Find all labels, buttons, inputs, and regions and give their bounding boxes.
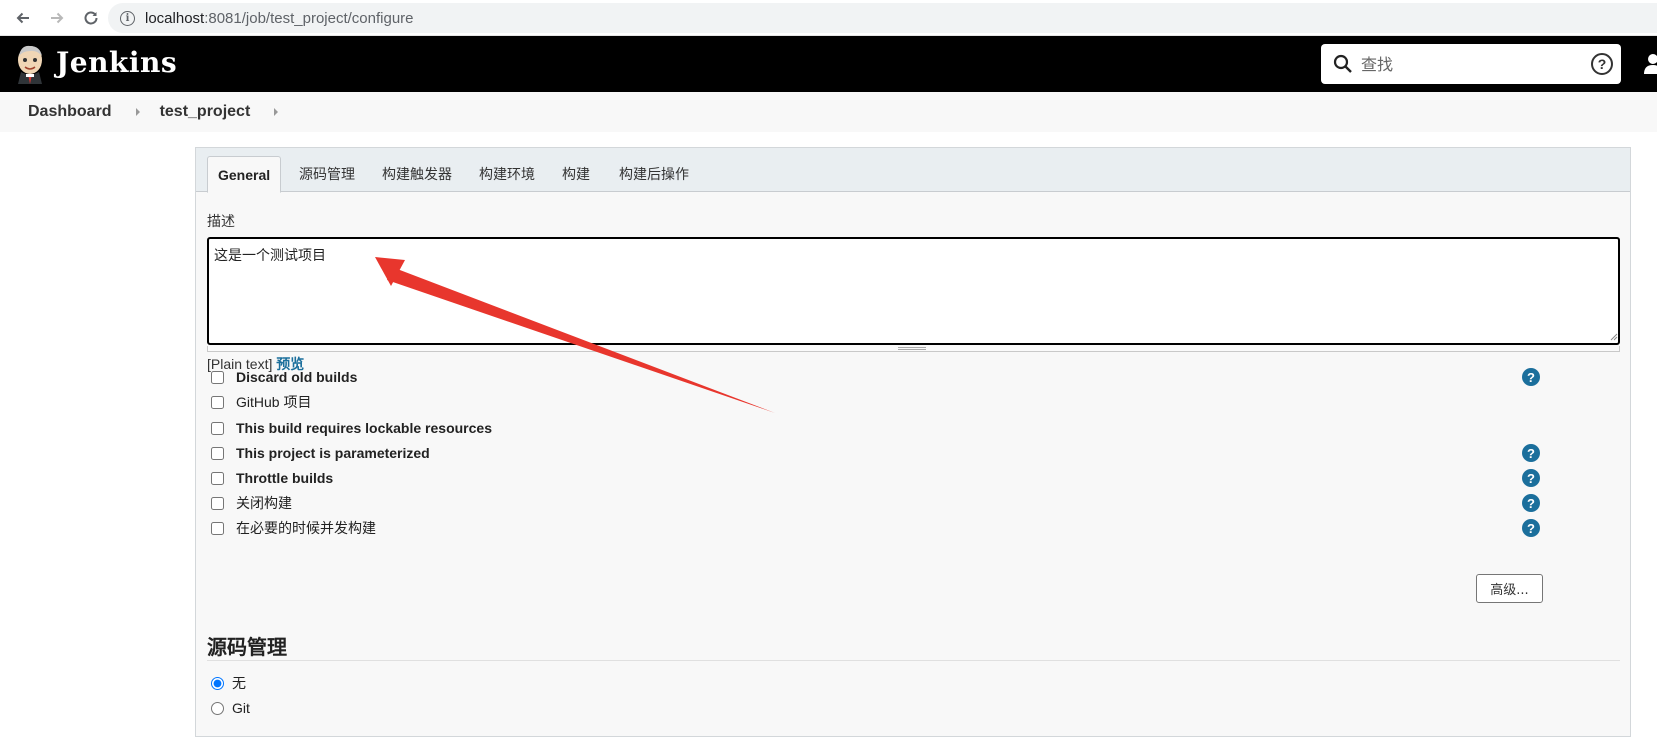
scm-none-label[interactable]: 无 bbox=[232, 673, 246, 693]
discard-old-builds-help-icon[interactable]: ? bbox=[1522, 368, 1540, 386]
section-divider bbox=[207, 660, 1620, 661]
jenkins-header: Jenkins ? bbox=[0, 36, 1657, 92]
back-arrow-icon[interactable] bbox=[12, 7, 34, 29]
breadcrumb-separator-icon[interactable] bbox=[135, 108, 140, 116]
tab-general[interactable]: General bbox=[207, 156, 282, 193]
site-info-icon[interactable]: i bbox=[120, 10, 135, 26]
concurrent-builds-checkbox[interactable] bbox=[211, 521, 224, 535]
breadcrumb-project[interactable]: test_project bbox=[160, 103, 251, 121]
scm-option-git: Git bbox=[211, 698, 250, 718]
disable-build-label[interactable]: 关闭构建 bbox=[236, 493, 292, 513]
url-path: :8081/job/test_project/configure bbox=[204, 9, 414, 27]
advanced-button[interactable]: 高级... bbox=[1476, 574, 1543, 603]
throttle-builds-checkbox[interactable] bbox=[211, 471, 224, 485]
option-disable-build: 关闭构建 bbox=[211, 493, 292, 513]
description-textarea[interactable] bbox=[207, 237, 1620, 345]
search-help-icon[interactable]: ? bbox=[1591, 53, 1613, 75]
option-parameterized: This project is parameterized bbox=[211, 443, 430, 463]
parameterized-checkbox[interactable] bbox=[211, 446, 224, 460]
tab-scm[interactable]: 源码管理 bbox=[289, 156, 365, 192]
disable-build-help-icon[interactable]: ? bbox=[1522, 494, 1540, 512]
breadcrumb-dashboard[interactable]: Dashboard bbox=[28, 103, 112, 121]
grip-handle[interactable] bbox=[898, 347, 926, 350]
search-icon bbox=[1333, 54, 1352, 73]
jenkins-brand[interactable]: Jenkins bbox=[56, 46, 177, 79]
github-project-label[interactable]: GitHub 项目 bbox=[236, 392, 311, 412]
option-lockable-resources: This build requires lockable resources bbox=[211, 418, 492, 438]
github-project-checkbox[interactable] bbox=[211, 395, 224, 409]
disable-build-checkbox[interactable] bbox=[211, 496, 224, 510]
parameterized-label[interactable]: This project is parameterized bbox=[236, 445, 430, 461]
scm-section-title: 源码管理 bbox=[207, 637, 287, 659]
option-discard-old-builds: Discard old builds bbox=[211, 367, 357, 387]
scm-git-label[interactable]: Git bbox=[232, 700, 250, 716]
parameterized-help-icon[interactable]: ? bbox=[1522, 444, 1540, 462]
breadcrumb-separator-icon[interactable] bbox=[274, 108, 279, 116]
lockable-resources-label[interactable]: This build requires lockable resources bbox=[236, 420, 492, 436]
reload-icon[interactable] bbox=[80, 7, 102, 29]
browser-toolbar: i localhost:8081/job/test_project/config… bbox=[0, 0, 1657, 36]
jenkins-logo-icon[interactable] bbox=[15, 44, 45, 84]
discard-old-builds-checkbox[interactable] bbox=[211, 370, 224, 384]
forward-arrow-icon[interactable] bbox=[46, 7, 68, 29]
description-label: 描述 bbox=[207, 213, 235, 229]
concurrent-builds-help-icon[interactable]: ? bbox=[1522, 519, 1540, 537]
search-box: ? bbox=[1321, 44, 1621, 84]
search-input[interactable] bbox=[1361, 50, 1576, 78]
breadcrumb: Dashboard test_project bbox=[0, 92, 1657, 132]
config-panel: General 源码管理 构建触发器 构建环境 构建 构建后操作 描述 [Pla… bbox=[195, 147, 1631, 737]
scm-git-radio[interactable] bbox=[211, 701, 224, 715]
option-github-project: GitHub 项目 bbox=[211, 392, 311, 412]
scm-option-none: 无 bbox=[211, 673, 246, 693]
option-throttle-builds: Throttle builds bbox=[211, 468, 333, 488]
url-host: localhost bbox=[145, 9, 205, 27]
tab-post-build[interactable]: 构建后操作 bbox=[609, 156, 699, 192]
option-concurrent-builds: 在必要的时候并发构建 bbox=[211, 518, 376, 538]
address-bar[interactable]: i localhost:8081/job/test_project/config… bbox=[108, 3, 1657, 33]
scm-none-radio[interactable] bbox=[211, 676, 224, 690]
tab-build-triggers[interactable]: 构建触发器 bbox=[372, 156, 462, 192]
tab-build-environment[interactable]: 构建环境 bbox=[469, 156, 545, 192]
concurrent-builds-label[interactable]: 在必要的时候并发构建 bbox=[236, 518, 376, 538]
lockable-resources-checkbox[interactable] bbox=[211, 421, 224, 435]
discard-old-builds-label[interactable]: Discard old builds bbox=[236, 369, 357, 385]
user-icon[interactable] bbox=[1643, 52, 1657, 76]
throttle-builds-label[interactable]: Throttle builds bbox=[236, 470, 333, 486]
textarea-resize-bar[interactable] bbox=[207, 346, 1620, 352]
resize-grip-icon[interactable] bbox=[1610, 333, 1618, 341]
config-tabbar: General 源码管理 构建触发器 构建环境 构建 构建后操作 bbox=[196, 148, 1630, 193]
tab-build[interactable]: 构建 bbox=[552, 156, 600, 192]
throttle-builds-help-icon[interactable]: ? bbox=[1522, 469, 1540, 487]
